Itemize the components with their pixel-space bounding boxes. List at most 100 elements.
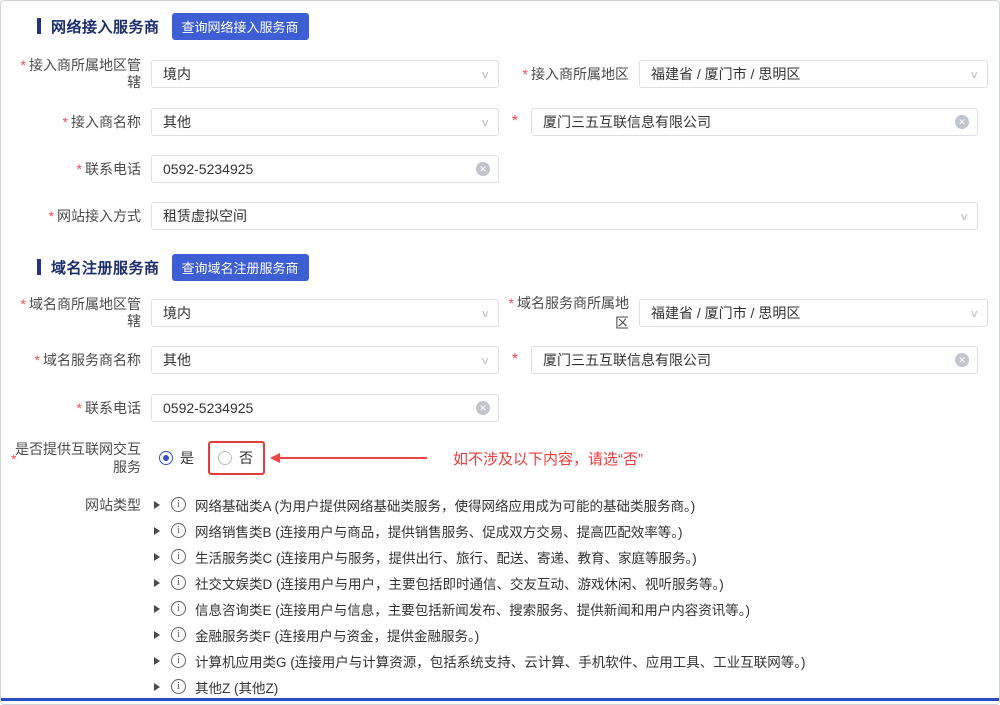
input-value: 0592-5234925 bbox=[163, 161, 476, 177]
section-title-access-provider: 网络接入服务商 bbox=[51, 16, 160, 37]
query-access-provider-button[interactable]: 查询网络接入服务商 bbox=[172, 13, 309, 40]
info-icon[interactable]: i bbox=[171, 601, 186, 616]
label-access-name: *接入商名称 bbox=[11, 114, 151, 131]
expand-triangle-icon[interactable] bbox=[154, 501, 160, 509]
info-icon[interactable]: i bbox=[171, 575, 186, 590]
chevron-down-icon: ∨ bbox=[969, 69, 979, 79]
radio-label[interactable]: 是 bbox=[180, 448, 194, 468]
radio-label[interactable]: 否 bbox=[239, 448, 253, 468]
footer-divider bbox=[1, 698, 999, 701]
label-domain-name: *域名服务商名称 bbox=[11, 352, 151, 369]
label-domain-region: *域名服务商所属地区 bbox=[499, 293, 639, 333]
access-region-select[interactable]: 福建省 / 厦门市 / 思明区 ∨ bbox=[639, 60, 988, 88]
expand-triangle-icon[interactable] bbox=[154, 605, 160, 613]
required-asterisk: * bbox=[509, 295, 514, 311]
chevron-down-icon: ∨ bbox=[480, 69, 490, 79]
website-type-item-B[interactable]: i 网络销售类B (连接用户与商品，提供销售服务、促成双方交易、提高匹配效率等。… bbox=[151, 521, 806, 540]
website-type-text: 信息咨询类E (连接用户与信息，主要包括新闻发布、搜索服务、提供新闻和用户内容资… bbox=[195, 599, 750, 619]
required-asterisk-standalone: * bbox=[499, 351, 531, 369]
label-access-region-admin: *接入商所属地区管辖 bbox=[11, 57, 151, 91]
label-access-phone: *联系电话 bbox=[11, 161, 151, 178]
clear-icon[interactable]: ✕ bbox=[476, 401, 490, 415]
label-domain-region-admin: *域名商所属地区管辖 bbox=[11, 296, 151, 330]
website-type-item-C[interactable]: i 生活服务类C (连接用户与服务，提供出行、旅行、配送、寄递、教育、家庭等服务… bbox=[151, 547, 806, 566]
access-region-admin-select[interactable]: 境内 ∨ bbox=[151, 60, 499, 88]
label-access-method: *网站接入方式 bbox=[11, 208, 151, 225]
website-type-text: 其他Z (其他Z) bbox=[195, 677, 278, 697]
section-header-domain-provider: 域名注册服务商 查询域名注册服务商 bbox=[37, 256, 999, 278]
domain-name-select[interactable]: 其他 ∨ bbox=[151, 346, 499, 374]
section-title-bar bbox=[37, 259, 41, 275]
website-type-item-D[interactable]: i 社交文娱类D (连接用户与用户，主要包括即时通信、交友互动、游戏休闲、视听服… bbox=[151, 573, 806, 592]
website-type-item-A[interactable]: i 网络基础类A (为用户提供网络基础类服务，使得网络应用成为可能的基础类服务商… bbox=[151, 495, 806, 514]
input-value: 厦门三五互联信息有限公司 bbox=[543, 112, 955, 132]
radio-button-unchecked[interactable] bbox=[218, 451, 232, 465]
select-value: 其他 bbox=[163, 350, 480, 370]
expand-triangle-icon[interactable] bbox=[154, 657, 160, 665]
select-value: 境内 bbox=[163, 303, 480, 323]
query-domain-provider-button[interactable]: 查询域名注册服务商 bbox=[172, 254, 309, 281]
access-name-select[interactable]: 其他 ∨ bbox=[151, 108, 499, 136]
required-asterisk: * bbox=[21, 296, 26, 312]
input-value: 0592-5234925 bbox=[163, 400, 476, 416]
input-value: 厦门三五互联信息有限公司 bbox=[543, 350, 955, 370]
annotation-arrow: 如不涉及以下内容，请选“否” bbox=[271, 448, 643, 469]
label-interactive-service: * 是否提供互联网交互 服务 bbox=[11, 440, 151, 476]
clear-icon[interactable]: ✕ bbox=[476, 162, 490, 176]
radio-option-no[interactable]: 否 bbox=[218, 448, 253, 468]
interactive-service-row: * 是否提供互联网交互 服务 是 否 如不涉及以下内容，请选“否” bbox=[1, 440, 999, 476]
website-type-text: 社交文娱类D (连接用户与用户，主要包括即时通信、交友互动、游戏休闲、视听服务等… bbox=[195, 573, 724, 593]
expand-triangle-icon[interactable] bbox=[154, 553, 160, 561]
required-asterisk: * bbox=[11, 450, 16, 468]
access-method-select[interactable]: 租赁虚拟空间 ∨ bbox=[151, 202, 978, 230]
required-asterisk: * bbox=[77, 400, 82, 416]
access-phone-input[interactable]: 0592-5234925 ✕ bbox=[151, 155, 499, 183]
info-icon[interactable]: i bbox=[171, 523, 186, 538]
expand-triangle-icon[interactable] bbox=[154, 683, 160, 691]
website-type-item-F[interactable]: i 金融服务类F (连接用户与资金，提供金融服务。) bbox=[151, 625, 806, 644]
domain-name-other-input[interactable]: 厦门三五互联信息有限公司 ✕ bbox=[531, 346, 978, 374]
domain-region-select[interactable]: 福建省 / 厦门市 / 思明区 ∨ bbox=[639, 299, 988, 327]
website-type-item-Z[interactable]: i 其他Z (其他Z) bbox=[151, 677, 806, 696]
radio-option-yes[interactable]: 是 bbox=[159, 448, 194, 468]
domain-region-admin-select[interactable]: 境内 ∨ bbox=[151, 299, 499, 327]
required-asterisk: * bbox=[21, 57, 26, 73]
label-website-type: 网站类型 bbox=[11, 495, 151, 703]
website-type-text: 计算机应用类G (连接用户与计算资源，包括系统支持、云计算、手机软件、应用工具、… bbox=[195, 651, 806, 671]
required-asterisk: * bbox=[523, 66, 528, 82]
info-icon[interactable]: i bbox=[171, 549, 186, 564]
info-icon[interactable]: i bbox=[171, 679, 186, 694]
clear-icon[interactable]: ✕ bbox=[955, 115, 969, 129]
info-icon[interactable]: i bbox=[171, 627, 186, 642]
clear-icon[interactable]: ✕ bbox=[955, 353, 969, 367]
website-type-item-E[interactable]: i 信息咨询类E (连接用户与信息，主要包括新闻发布、搜索服务、提供新闻和用户内… bbox=[151, 599, 806, 618]
website-type-text: 网络销售类B (连接用户与商品，提供销售服务、促成双方交易、提高匹配效率等。) bbox=[195, 521, 683, 541]
select-value: 其他 bbox=[163, 112, 480, 132]
annotation-text: 如不涉及以下内容，请选“否” bbox=[453, 448, 643, 469]
domain-phone-input[interactable]: 0592-5234925 ✕ bbox=[151, 394, 499, 422]
required-asterisk-standalone: * bbox=[499, 113, 531, 131]
website-type-text: 生活服务类C (连接用户与服务，提供出行、旅行、配送、寄递、教育、家庭等服务。) bbox=[195, 547, 697, 567]
radio-button-checked[interactable] bbox=[159, 451, 173, 465]
select-value: 租赁虚拟空间 bbox=[163, 206, 959, 226]
required-asterisk: * bbox=[77, 161, 82, 177]
label-access-region: *接入商所属地区 bbox=[499, 64, 639, 84]
chevron-down-icon: ∨ bbox=[480, 355, 490, 365]
info-icon[interactable]: i bbox=[171, 497, 186, 512]
website-type-item-G[interactable]: i 计算机应用类G (连接用户与计算资源，包括系统支持、云计算、手机软件、应用工… bbox=[151, 651, 806, 670]
icp-form-page: 网络接入服务商 查询网络接入服务商 *接入商所属地区管辖 境内 ∨ *接入商所属… bbox=[0, 0, 1000, 705]
annotation-highlight-box: 否 bbox=[208, 441, 265, 475]
expand-triangle-icon[interactable] bbox=[154, 527, 160, 535]
info-icon[interactable]: i bbox=[171, 653, 186, 668]
required-asterisk: * bbox=[35, 352, 40, 368]
website-type-text: 网络基础类A (为用户提供网络基础类服务，使得网络应用成为可能的基础类服务商。) bbox=[195, 495, 695, 515]
expand-triangle-icon[interactable] bbox=[154, 631, 160, 639]
section-title-domain-provider: 域名注册服务商 bbox=[51, 257, 160, 278]
website-type-text: 金融服务类F (连接用户与资金，提供金融服务。) bbox=[195, 625, 479, 645]
access-name-other-input[interactable]: 厦门三五互联信息有限公司 ✕ bbox=[531, 108, 978, 136]
chevron-down-icon: ∨ bbox=[480, 117, 490, 127]
required-asterisk: * bbox=[63, 114, 68, 130]
website-type-list: i 网络基础类A (为用户提供网络基础类服务，使得网络应用成为可能的基础类服务商… bbox=[151, 495, 806, 703]
website-type-block: 网站类型 i 网络基础类A (为用户提供网络基础类服务，使得网络应用成为可能的基… bbox=[1, 495, 999, 703]
expand-triangle-icon[interactable] bbox=[154, 579, 160, 587]
